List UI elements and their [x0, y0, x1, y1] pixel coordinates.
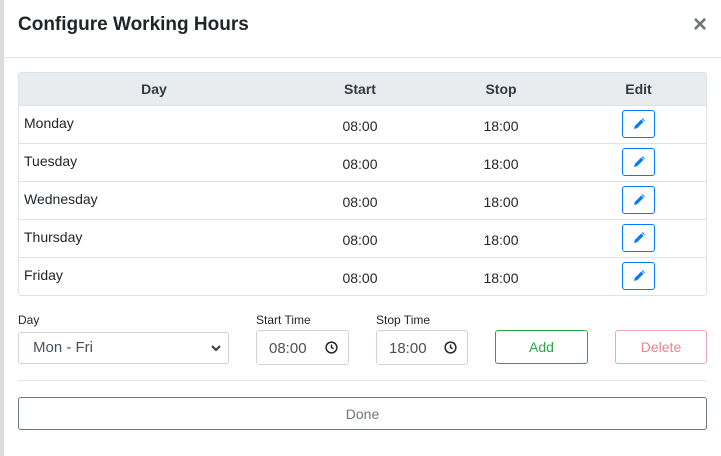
row-start: 08:00 [342, 193, 378, 210]
done-button[interactable]: Done [18, 397, 707, 430]
row-start: 08:00 [342, 269, 378, 286]
stop-time-input[interactable]: 18:00 [376, 330, 468, 365]
pencil-icon [633, 194, 645, 205]
modal-header: Configure Working Hours × [4, 0, 721, 58]
delete-button[interactable]: Delete [615, 330, 707, 364]
pencil-icon [633, 270, 645, 282]
day-select-value: Mon - Fri [33, 339, 93, 356]
clock-icon[interactable] [444, 341, 457, 354]
edit-button[interactable] [622, 262, 655, 291]
header-edit: Edit [571, 73, 706, 106]
day-label: Day [18, 313, 40, 327]
row-stop: 18:00 [483, 193, 519, 210]
row-day: Friday [24, 266, 63, 283]
header-stop: Stop [431, 73, 571, 106]
row-day: Thursday [24, 228, 83, 245]
table-row: Monday 08:00 18:00 [19, 105, 706, 143]
row-start: 08:00 [342, 155, 378, 172]
table-row: Thursday 08:00 18:00 [19, 219, 706, 257]
table-header-row: Day Start Stop Edit [19, 73, 706, 106]
row-stop: 18:00 [483, 231, 519, 248]
table-row: Wednesday 08:00 18:00 [19, 181, 706, 219]
edit-button[interactable] [622, 110, 655, 138]
stop-time-label: Stop Time [376, 313, 431, 327]
working-hours-modal: Configure Working Hours × Day Start Stop… [4, 0, 721, 456]
table-row: Tuesday 08:00 18:00 [19, 143, 706, 181]
pencil-icon [633, 232, 645, 243]
stop-time-value: 18:00 [389, 340, 427, 357]
row-start: 08:00 [342, 117, 378, 134]
start-time-label: Start Time [256, 313, 311, 327]
row-stop: 18:00 [483, 117, 519, 134]
start-time-value: 08:00 [269, 340, 307, 357]
pencil-icon [633, 118, 645, 129]
edit-button[interactable] [622, 148, 655, 176]
modal-title: Configure Working Hours [18, 14, 249, 35]
start-time-input[interactable]: 08:00 [256, 330, 349, 365]
clock-icon[interactable] [325, 341, 338, 354]
row-stop: 18:00 [483, 269, 519, 286]
close-icon[interactable]: × [693, 13, 707, 37]
edit-button[interactable] [622, 186, 655, 214]
working-hours-table: Day Start Stop Edit Monday 08:00 18:00 T… [18, 72, 707, 296]
row-start: 08:00 [342, 231, 378, 248]
edit-button[interactable] [622, 224, 655, 252]
header-start: Start [289, 73, 431, 106]
add-button[interactable]: Add [495, 330, 588, 364]
row-day: Wednesday [24, 190, 98, 207]
day-select[interactable]: Mon - Fri [18, 332, 229, 364]
chevron-down-icon [211, 345, 221, 352]
row-stop: 18:00 [483, 155, 519, 172]
row-day: Tuesday [24, 152, 78, 169]
divider [18, 380, 707, 381]
table-row: Friday 08:00 18:00 [19, 257, 706, 295]
row-day: Monday [24, 114, 74, 131]
pencil-icon [633, 156, 645, 167]
header-day: Day [19, 73, 289, 106]
